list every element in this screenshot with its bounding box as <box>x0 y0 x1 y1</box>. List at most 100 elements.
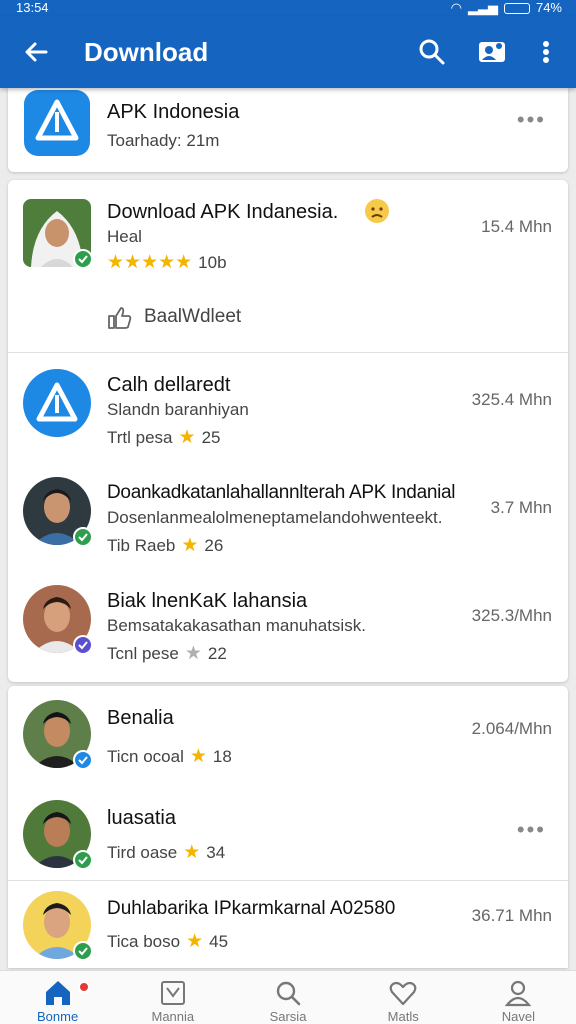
file-size: 325.3/Mhn <box>471 606 552 625</box>
item-title: luasatia <box>107 807 176 829</box>
item-meta: Trtl pesa <box>107 428 173 447</box>
item-title: Benalia <box>107 707 174 729</box>
apk-app-icon <box>24 90 90 156</box>
list-item[interactable]: Doankadkatanlahallannlterah APK Indanial… <box>8 461 568 569</box>
file-size: 3.7 Mhn <box>490 498 552 517</box>
item-meta: Tib Raeb <box>107 536 176 555</box>
verified-badge-icon <box>73 850 93 870</box>
signal-icon: ▂▃▅ <box>467 0 498 15</box>
nav-label: Mannia <box>151 1009 195 1024</box>
meta-row: Tica boso ★ 45 <box>107 931 228 953</box>
item-rating: 34 <box>206 843 226 862</box>
meta-row: Trtl pesa ★ 25 <box>107 427 220 449</box>
status-time: 13:54 <box>16 0 49 15</box>
more-vert-icon[interactable] <box>534 36 558 68</box>
avatar <box>23 477 93 547</box>
battery-icon <box>503 2 530 14</box>
avatar <box>23 369 91 437</box>
featured-item[interactable]: Download APK Indanesia. Heal ★★★★★ 10b 1… <box>8 180 568 352</box>
item-rating: 26 <box>204 536 224 555</box>
thumbs-up-icon[interactable] <box>107 306 133 330</box>
item-title: Download APK Indanesia. <box>107 201 339 223</box>
star-icon: ★ <box>189 746 207 767</box>
meta-row: Tird oase ★ 34 <box>107 842 225 864</box>
item-rating: 18 <box>212 747 232 766</box>
verified-badge-icon <box>73 635 93 655</box>
item-meta: Tica boso <box>107 932 181 951</box>
more-horiz-icon[interactable]: ••• <box>517 819 546 841</box>
star-icon: ★ <box>181 535 199 556</box>
item-title: Doankadkatanlahallannlterah APK Indanial <box>107 482 456 503</box>
item-meta: Tcnl pese <box>107 644 179 663</box>
item-subtitle: Bemsatakakasathan manuhatsisk. <box>107 616 366 635</box>
nav-label: Navel <box>501 1009 536 1024</box>
back-arrow-icon[interactable] <box>20 36 52 68</box>
star-icon: ★ <box>178 427 196 448</box>
app-bar: Download <box>0 16 576 88</box>
wifi-icon: ◠ <box>450 0 462 15</box>
item-rating: 25 <box>201 428 221 447</box>
notification-dot <box>78 981 90 993</box>
list-item[interactable]: Biak lnenKaK lahansia Bemsatakakasathan … <box>8 569 568 681</box>
item-rating: 22 <box>207 644 227 663</box>
list-item[interactable]: Duhlabarika IPkarmkarnal A02580 Tica bos… <box>8 881 568 968</box>
heart-icon <box>389 981 417 1006</box>
item-subtitle: Slandn baranhiyan <box>107 400 249 419</box>
status-bar: 13:54 ◠ ▂▃▅ 74% <box>0 0 576 16</box>
star-icon: ★ <box>186 931 204 952</box>
file-size: 36.71 Mhn <box>471 906 552 925</box>
search-icon[interactable] <box>416 36 448 68</box>
file-size: 325.4 Mhn <box>471 390 552 409</box>
star-icon: ★★★★★ <box>107 252 193 273</box>
nav-profile[interactable]: Navel <box>461 971 576 1024</box>
file-size: 15.4 Mhn <box>481 217 552 236</box>
list-item[interactable]: Calh dellaredt Slandn baranhiyan Trtl pe… <box>8 353 568 461</box>
nav-label: Bonme <box>37 1009 79 1024</box>
verified-badge-icon <box>73 249 93 269</box>
profile-icon <box>505 980 532 1007</box>
battery-percent: 74% <box>535 0 562 15</box>
verified-badge-icon <box>73 527 93 547</box>
avatar <box>23 800 93 870</box>
list-item[interactable]: luasatia Tird oase ★ 34 ••• <box>8 786 568 880</box>
nav-search[interactable]: Sarsia <box>230 971 345 1024</box>
file-size: 2.064/Mhn <box>471 719 552 738</box>
meta-row: Ticn ocoal ★ 18 <box>107 746 232 768</box>
search-icon <box>276 981 301 1006</box>
more-horiz-icon[interactable]: ••• <box>517 109 546 131</box>
item-subtitle: Dosenlanmealolmeneptamelandohwenteekt. <box>107 508 443 527</box>
star-icon: ★ <box>183 842 201 863</box>
rating-count: 10b <box>198 253 227 272</box>
item-title: Biak lnenKaK lahansia <box>107 590 308 612</box>
action-label[interactable]: BaalWdleet <box>144 306 241 328</box>
item-subtitle: Heal <box>107 227 142 246</box>
meta-row: Tcnl pese ★ 22 <box>107 643 227 665</box>
verified-badge-icon <box>73 941 93 961</box>
avatar <box>23 891 93 961</box>
item-title: Duhlabarika IPkarmkarnal A02580 <box>107 898 396 919</box>
bottom-nav: Bonme Mannia Sarsia Matls Navel <box>0 970 576 1024</box>
app-card-top[interactable]: APK Indonesia Toarhady: 21m ••• <box>8 84 568 172</box>
nav-favorites[interactable]: Matls <box>346 971 461 1024</box>
nav-inbox[interactable]: Mannia <box>115 971 230 1024</box>
verified-badge-icon <box>73 750 93 770</box>
item-meta: Ticn ocoal <box>107 747 184 766</box>
item-meta: Tird oase <box>107 843 178 862</box>
home-icon <box>45 981 70 1005</box>
list-item[interactable]: Benalia Ticn ocoal ★ 18 2.064/Mhn <box>8 686 568 786</box>
avatar <box>23 585 93 655</box>
emoji-icon <box>365 199 389 223</box>
nav-home[interactable]: Bonme <box>0 971 115 1024</box>
status-icons: ◠ ▂▃▅ 74% <box>451 0 562 16</box>
download-list-card-2: Benalia Ticn ocoal ★ 18 2.064/Mhn luasat… <box>8 686 568 968</box>
item-title: Calh dellaredt <box>107 374 231 396</box>
app-title: APK Indonesia <box>107 101 240 123</box>
item-rating: 45 <box>209 932 229 951</box>
meta-row: Tib Raeb ★ 26 <box>107 535 223 557</box>
account-switch-icon[interactable] <box>476 36 508 68</box>
inbox-icon <box>160 981 185 1005</box>
page-title: Download <box>84 37 209 67</box>
rating-row: ★★★★★ 10b <box>107 252 227 274</box>
download-list-card: Download APK Indanesia. Heal ★★★★★ 10b 1… <box>8 180 568 682</box>
nav-label: Matls <box>387 1009 419 1024</box>
